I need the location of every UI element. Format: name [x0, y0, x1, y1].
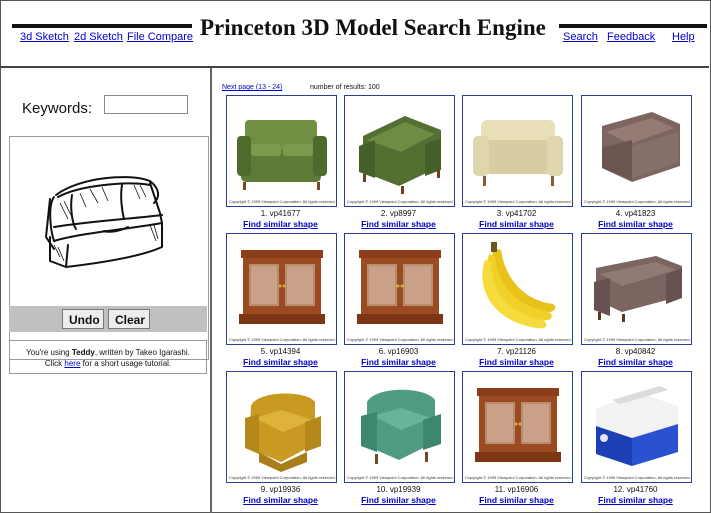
thumbnail-copyright: Copyright © 1999 Viewpoint Corporation. …: [347, 475, 454, 480]
teddy-credit: You're using Teddy, written by Takeo Iga…: [9, 340, 207, 374]
find-similar-link[interactable]: Find similar shape: [226, 219, 335, 229]
wood-cabinet-icon: [357, 250, 443, 324]
result-number: 6. vp16903: [378, 347, 419, 356]
banana-bunch-icon: [482, 242, 556, 329]
thumbnail-copyright: Copyright © 1999 Viewpoint Corporation. …: [465, 337, 572, 342]
result-number: 1. vp41677: [260, 209, 301, 218]
yellow-armchair-icon: [245, 393, 321, 472]
thumbnail-copyright: Copyright © 1999 Viewpoint Corporation. …: [584, 337, 691, 342]
result-thumbnail[interactable]: Copyright © 1999 Viewpoint Corporation. …: [226, 95, 337, 207]
thumbnail-copyright: Copyright © 1999 Viewpoint Corporation. …: [347, 337, 454, 342]
mauve-loveseat-icon: [594, 256, 682, 322]
result-number: 5. vp14394: [260, 347, 301, 356]
result-thumbnail[interactable]: Copyright © 1999 Viewpoint Corporation. …: [462, 233, 573, 345]
sofa-sketch-drawing: [45, 176, 163, 268]
query-panel: Keywords: Undo Clear You're using Teddy,…: [0, 68, 212, 513]
result-thumbnail[interactable]: Copyright © 1999 Viewpoint Corporation. …: [344, 371, 455, 483]
nav-3d-sketch[interactable]: 3d Sketch: [20, 31, 69, 43]
header-rule-left: [12, 24, 192, 28]
thumbnail-copyright: Copyright © 1999 Viewpoint Corporation. …: [584, 199, 691, 204]
find-similar-link[interactable]: Find similar shape: [581, 357, 690, 367]
find-similar-link[interactable]: Find similar shape: [226, 495, 335, 505]
wood-cabinet-icon: [239, 250, 325, 324]
result-number: 7. vp21126: [497, 347, 536, 356]
find-similar-link[interactable]: Find similar shape: [462, 357, 571, 367]
thumbnail-copyright: Copyright © 1999 Viewpoint Corporation. …: [347, 199, 454, 204]
result-number: 12. vp41760: [613, 485, 658, 494]
result-thumbnail[interactable]: Copyright © 1999 Viewpoint Corporation. …: [344, 95, 455, 207]
result-number: 8. vp40842: [615, 347, 656, 356]
result-number: 3. vp41702: [496, 209, 537, 218]
header: 3d Sketch 2d Sketch File Compare Princet…: [0, 0, 709, 68]
green-loveseat-icon: [359, 116, 441, 194]
nav-help[interactable]: Help: [672, 31, 695, 43]
cream-loveseat-icon: [473, 120, 563, 186]
result-thumbnail[interactable]: Copyright © 1999 Viewpoint Corporation. …: [226, 233, 337, 345]
thumbnail-copyright: Copyright © 1999 Viewpoint Corporation. …: [584, 475, 691, 480]
find-similar-link[interactable]: Find similar shape: [226, 357, 335, 367]
header-rule-right: [559, 24, 707, 28]
thumbnail-copyright: Copyright © 1999 Viewpoint Corporation. …: [229, 337, 336, 342]
teddy-suffix: for a short usage tutorial.: [80, 359, 172, 368]
result-thumbnail[interactable]: Copyright © 1999 Viewpoint Corporation. …: [581, 95, 692, 207]
result-thumbnail[interactable]: Copyright © 1999 Viewpoint Corporation. …: [462, 95, 573, 207]
keywords-label: Keywords:: [22, 100, 93, 117]
find-similar-link[interactable]: Find similar shape: [344, 357, 453, 367]
page-title: Princeton 3D Model Search Engine: [200, 15, 546, 40]
tutorial-link[interactable]: here: [64, 359, 80, 368]
result-count: number of results: 100: [310, 84, 380, 91]
result-number: 2. vp8997: [380, 209, 417, 218]
teal-armchair-icon: [361, 389, 441, 464]
thumbnail-copyright: Copyright © 1999 Viewpoint Corporation. …: [465, 475, 572, 480]
result-thumbnail[interactable]: Copyright © 1999 Viewpoint Corporation. …: [344, 233, 455, 345]
result-thumbnail[interactable]: Copyright © 1999 Viewpoint Corporation. …: [462, 371, 573, 483]
teddy-prefix: You're using: [26, 348, 72, 357]
find-similar-link[interactable]: Find similar shape: [462, 495, 571, 505]
find-similar-link[interactable]: Find similar shape: [581, 495, 690, 505]
find-similar-link[interactable]: Find similar shape: [344, 219, 453, 229]
undo-button[interactable]: Undo: [62, 309, 104, 329]
result-number: 4. vp41823: [615, 209, 656, 218]
nav-2d-sketch[interactable]: 2d Sketch: [74, 31, 123, 43]
cooler-icon: [596, 386, 678, 466]
wood-cabinet-icon: [475, 388, 561, 462]
result-number: 9. vp19936: [260, 485, 301, 494]
thumbnail-copyright: Copyright © 1999 Viewpoint Corporation. …: [229, 199, 336, 204]
find-similar-link[interactable]: Find similar shape: [581, 219, 690, 229]
find-similar-link[interactable]: Find similar shape: [462, 219, 571, 229]
result-thumbnail[interactable]: Copyright © 1999 Viewpoint Corporation. …: [226, 371, 337, 483]
result-number: 11. vp16906: [494, 485, 539, 494]
clear-button[interactable]: Clear: [108, 309, 150, 329]
teddy-mid: , written by Takeo Igarashi.: [94, 348, 190, 357]
thumbnail-copyright: Copyright © 1999 Viewpoint Corporation. …: [465, 199, 572, 204]
nav-file-compare[interactable]: File Compare: [127, 31, 193, 43]
nav-search[interactable]: Search: [563, 31, 598, 43]
thumbnail-copyright: Copyright © 1999 Viewpoint Corporation. …: [229, 475, 336, 480]
result-thumbnail[interactable]: Copyright © 1999 Viewpoint Corporation. …: [581, 371, 692, 483]
results-panel: Next page (13 - 24) number of results: 1…: [212, 68, 709, 513]
result-thumbnail[interactable]: Copyright © 1999 Viewpoint Corporation. …: [581, 233, 692, 345]
sketch-toolbar: Undo Clear: [9, 306, 207, 332]
find-similar-link[interactable]: Find similar shape: [344, 495, 453, 505]
teddy-name: Teddy: [71, 348, 95, 357]
result-number: 10. vp19939: [376, 485, 421, 494]
nav-feedback[interactable]: Feedback: [607, 31, 655, 43]
keywords-input[interactable]: [104, 95, 188, 114]
teddy-click: Click: [44, 359, 65, 368]
mauve-armchair-icon: [602, 112, 680, 182]
green-sofa-icon: [237, 120, 327, 190]
next-page-link[interactable]: Next page (13 - 24): [222, 84, 282, 91]
